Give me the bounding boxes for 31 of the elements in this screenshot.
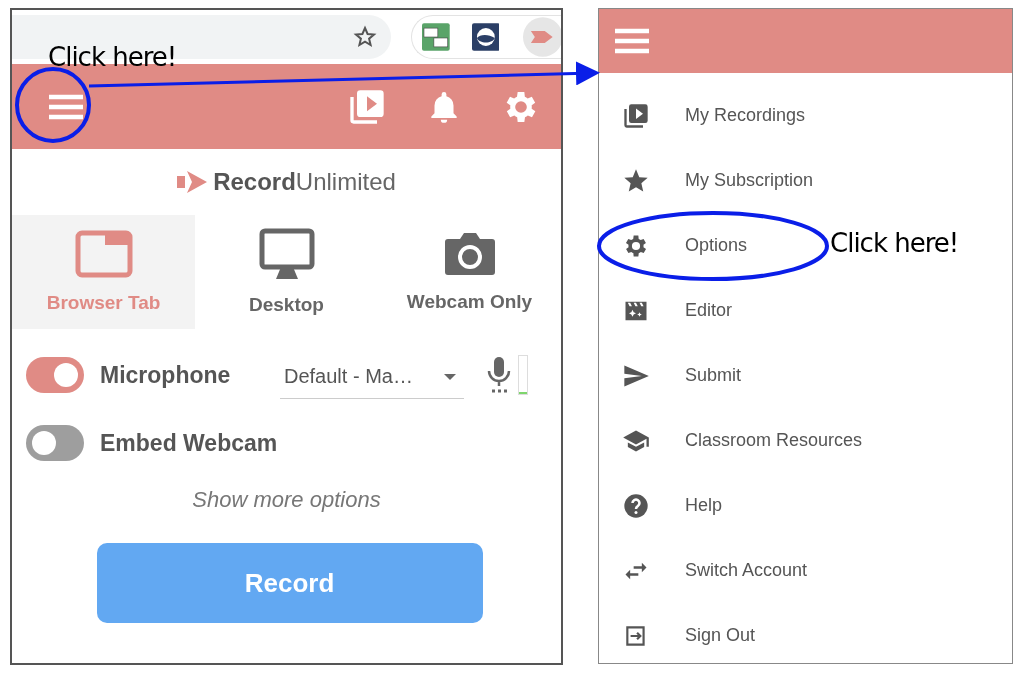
logo-text: RecordUnlimited [213, 168, 396, 196]
toggle-label: Embed Webcam [100, 429, 279, 457]
mode-tab[interactable]: Desktop [195, 215, 378, 329]
menu-item[interactable]: My Subscription [599, 148, 826, 213]
device-dropdown[interactable]: Default - Ma… [280, 355, 464, 399]
menu-item[interactable]: Submit [599, 343, 754, 408]
show-more-link[interactable]: Show more options [12, 487, 561, 513]
menu-item[interactable]: Switch Account [599, 538, 820, 603]
toggle-switch[interactable] [26, 357, 84, 393]
menu-item[interactable]: My Recordings [599, 83, 818, 148]
camera-icon [443, 231, 496, 277]
annotation-text: Click here! [830, 228, 959, 258]
menu-item[interactable]: Sign Out [599, 603, 768, 668]
menu-item[interactable]: Options [599, 213, 760, 278]
extension-icon[interactable] [471, 23, 500, 51]
video-stack-icon [622, 101, 650, 130]
monitor-icon [258, 228, 315, 280]
help-icon [622, 491, 650, 520]
bookmark-star-icon[interactable] [353, 25, 377, 49]
browser-window-icon [74, 230, 133, 278]
extension-icon[interactable] [422, 23, 450, 51]
microphone-icon [486, 355, 512, 395]
toggle-switch[interactable] [26, 425, 84, 461]
menu-item[interactable]: Help [599, 473, 735, 538]
toggle-label: Microphone [100, 361, 232, 389]
menu-item[interactable]: Classroom Resources [599, 408, 875, 473]
menu-icon[interactable] [615, 28, 649, 54]
annotation-text: Click here! [48, 42, 177, 72]
menu-item[interactable]: Editor [599, 278, 745, 343]
menu-icon[interactable] [49, 93, 83, 120]
mode-tab[interactable]: Webcam Only [378, 215, 561, 329]
